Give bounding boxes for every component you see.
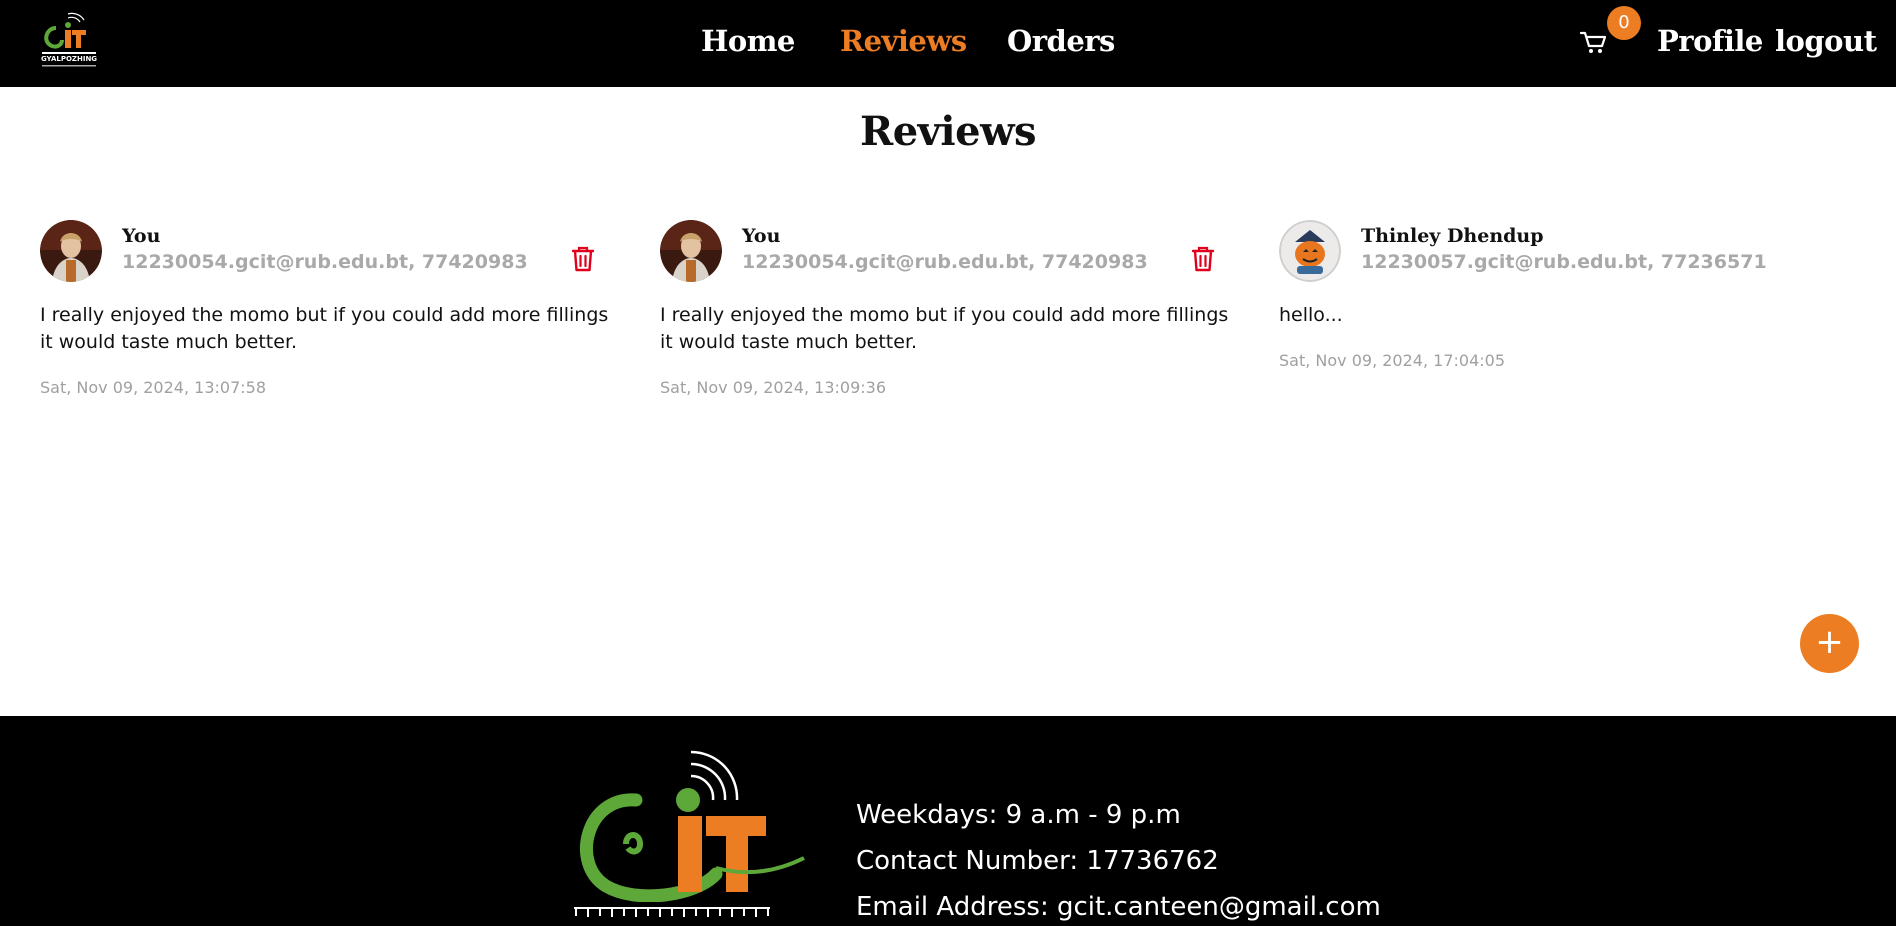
user-avatar <box>40 220 102 282</box>
user-avatar <box>660 220 722 282</box>
review-author: You <box>742 225 781 247</box>
footer: Weekdays: 9 a.m - 9 p.m Contact Number: … <box>0 716 1896 926</box>
review-contact: 12230057.gcit@rub.edu.bt, 77236571 <box>1361 251 1767 273</box>
review-timestamp: Sat, Nov 09, 2024, 13:07:58 <box>40 378 266 397</box>
review-comment: I really enjoyed the momo but if you cou… <box>40 304 609 353</box>
add-review-button[interactable]: + <box>1800 614 1859 673</box>
nav-reviews-link[interactable]: Reviews <box>840 24 967 58</box>
page-title: Reviews <box>859 108 1037 155</box>
review-author: You <box>122 225 161 247</box>
trash-icon[interactable] <box>570 245 596 273</box>
review-author: Thinley Dhendup <box>1361 225 1544 247</box>
review-timestamp: Sat, Nov 09, 2024, 17:04:05 <box>1279 351 1505 370</box>
user-avatar <box>1279 220 1341 282</box>
nav-profile-link[interactable]: Profile <box>1657 24 1763 58</box>
nav-home-link[interactable]: Home <box>701 24 795 58</box>
review-comment: I really enjoyed the momo but if you cou… <box>660 304 1229 353</box>
nav-orders-link[interactable]: Orders <box>1007 24 1115 58</box>
svg-text:GYALPOZHING: GYALPOZHING <box>41 55 97 63</box>
review-timestamp: Sat, Nov 09, 2024, 13:09:36 <box>660 378 886 397</box>
footer-hours: Weekdays: 9 a.m - 9 p.m <box>856 800 1181 830</box>
gcit-logo-icon[interactable]: GYALPOZHING <box>38 10 100 72</box>
footer-info: Weekdays: 9 a.m - 9 p.m Contact Number: … <box>856 792 1381 926</box>
cart-count-badge: 0 <box>1607 6 1641 40</box>
footer-email: Email Address: gcit.canteen@gmail.com <box>856 892 1381 922</box>
navbar: GYALPOZHING Home Reviews Orders 0 Profil… <box>0 0 1896 87</box>
gcit-footer-logo-icon <box>572 750 805 917</box>
review-contact: 12230054.gcit@rub.edu.bt, 77420983 <box>742 251 1148 273</box>
review-comment: hello... <box>1279 304 1343 326</box>
review-contact: 12230054.gcit@rub.edu.bt, 77420983 <box>122 251 528 273</box>
footer-contact-number: Contact Number: 17736762 <box>856 846 1219 876</box>
cart-icon[interactable] <box>1580 30 1608 56</box>
nav-logout-link[interactable]: logout <box>1775 24 1877 58</box>
trash-icon[interactable] <box>1190 245 1216 273</box>
